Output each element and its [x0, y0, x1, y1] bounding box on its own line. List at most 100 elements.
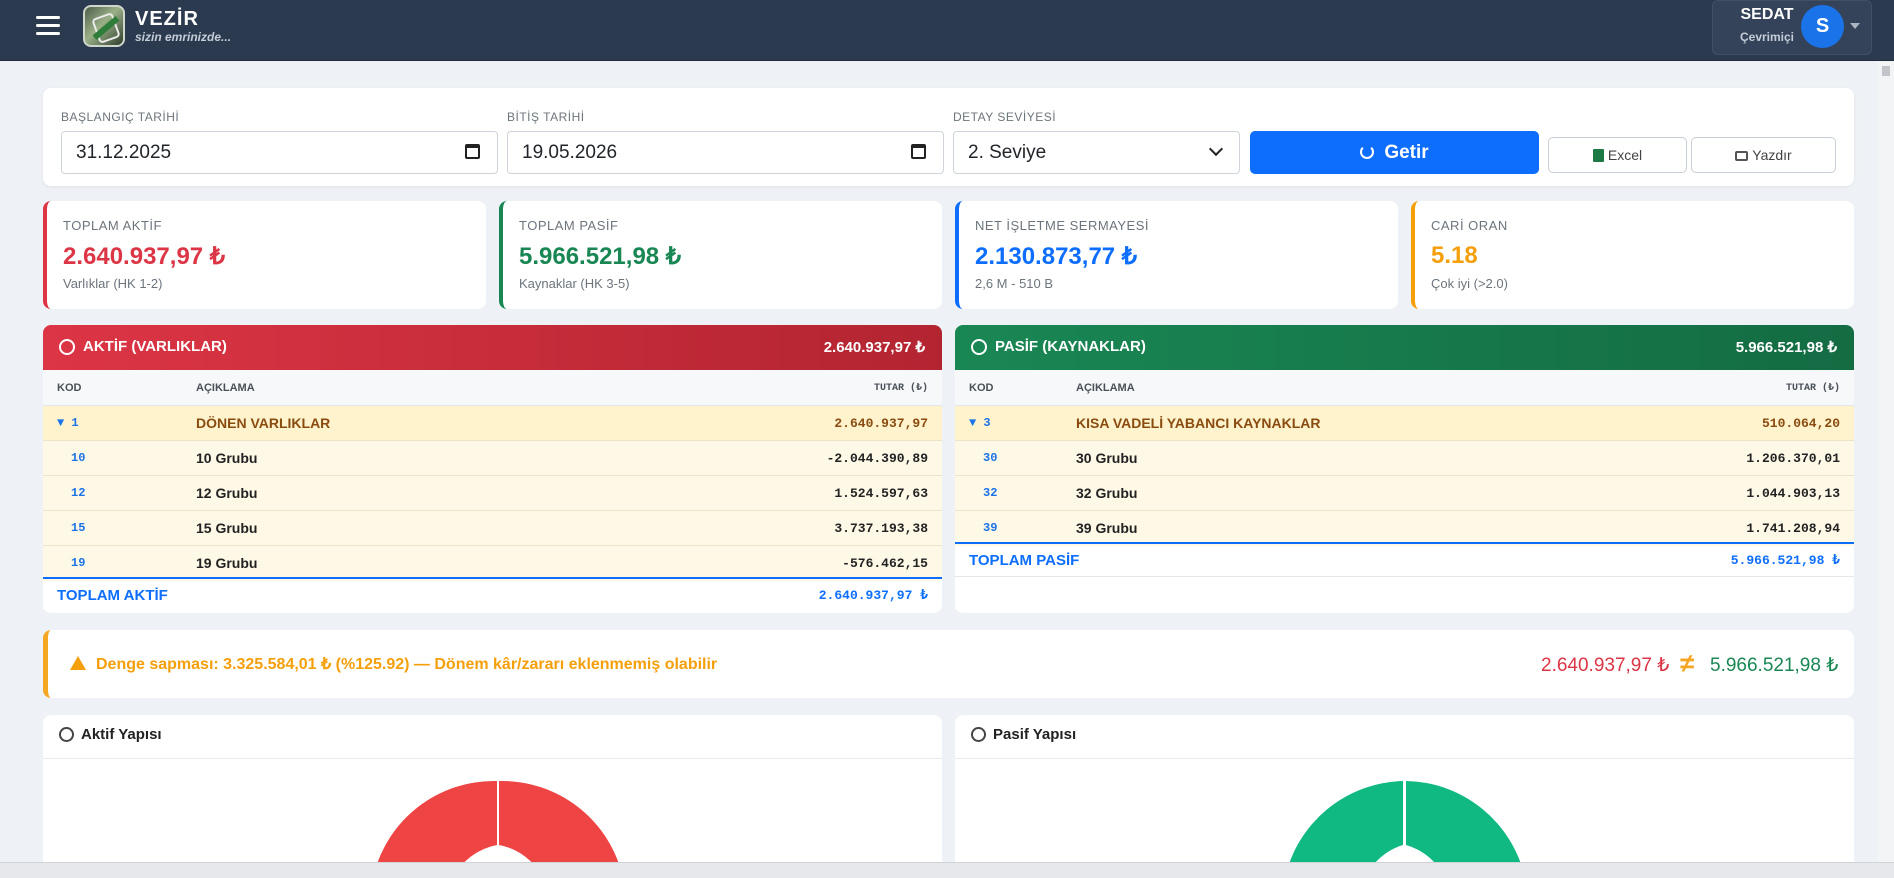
top-navbar: VEZİR sizin emrinizde... SEDAT Çevrimiçi… — [0, 0, 1894, 61]
stat-sub: Varlıklar (HK 1-2) — [63, 276, 163, 291]
row-tutar: -576.462,15 — [842, 556, 928, 571]
chevron-down-icon — [1208, 141, 1224, 157]
fetch-button[interactable]: Getir — [1250, 131, 1539, 174]
row-tutar: 3.737.193,38 — [834, 521, 928, 536]
warning-text: Denge sapması: 3.325.584,01 ₺ (%125.92) … — [96, 656, 718, 673]
stat-card-total-pasif: TOPLAM PASİF 5.966.521,98 ₺ Kaynaklar (H… — [499, 201, 942, 309]
calendar-icon[interactable] — [911, 144, 926, 159]
aktif-donut-chart[interactable] — [43, 715, 942, 878]
total-value: 5.966.521,98 ₺ — [1730, 553, 1840, 568]
row-aciklama: 19 Grubu — [196, 555, 258, 571]
table-row[interactable]: 12 12 Grubu 1.524.597,63 — [43, 476, 942, 511]
pasif-table-header: KOD AÇIKLAMA TUTAR (₺) — [955, 370, 1854, 406]
row-kod[interactable]: 32 — [983, 486, 997, 500]
total-label: TOPLAM AKTİF — [57, 587, 168, 604]
end-date-value: 19.05.2026 — [522, 142, 618, 163]
os-taskbar — [0, 862, 1894, 878]
col-tutar: TUTAR (₺) — [873, 383, 928, 394]
row-tutar: 1.206.370,01 — [1746, 451, 1840, 466]
print-label: Yazdır — [1752, 147, 1792, 163]
brand-name: VEZİR — [135, 8, 199, 30]
row-aciklama: 30 Grubu — [1076, 450, 1138, 466]
stat-label: NET İŞLETME SERMAYESİ — [975, 218, 1150, 233]
pasif-total-row: TOPLAM PASİF 5.966.521,98 ₺ — [955, 542, 1854, 577]
table-row[interactable]: 15 15 Grubu 3.737.193,38 — [43, 511, 942, 546]
excel-button[interactable]: Excel — [1548, 137, 1687, 173]
table-row[interactable]: 10 10 Grubu -2.044.390,89 — [43, 441, 942, 476]
row-kod[interactable]: ▼ 1 — [57, 416, 79, 430]
col-tutar: TUTAR (₺) — [1785, 383, 1840, 394]
fetch-button-label: Getir — [1384, 142, 1429, 163]
user-status: Çevrimiçi — [1739, 30, 1795, 44]
start-date-label: BAŞLANGIÇ TARİHİ — [61, 110, 180, 124]
row-kod[interactable]: 30 — [983, 451, 997, 465]
stat-value: 2.130.873,77 ₺ — [975, 243, 1138, 270]
stat-value: 2.640.937,97 ₺ — [63, 243, 226, 270]
aktif-structure-card: Aktif Yapısı — [43, 715, 942, 878]
stat-card-current-ratio: CARİ ORAN 5.18 Çok iyi (>2.0) — [1411, 201, 1854, 309]
user-dropdown-caret-icon[interactable] — [1850, 23, 1860, 29]
pasif-donut-chart[interactable] — [955, 715, 1854, 878]
user-menu[interactable]: SEDAT Çevrimiçi S — [1712, 0, 1872, 55]
not-equal-icon: ≠ — [1680, 648, 1695, 678]
print-button[interactable]: Yazdır — [1691, 137, 1836, 173]
stat-value: 5.18 — [1431, 242, 1478, 269]
row-kod[interactable]: ▼ 3 — [969, 416, 991, 430]
app-logo[interactable] — [83, 5, 125, 47]
row-kod[interactable]: 39 — [983, 521, 997, 535]
calendar-icon[interactable] — [465, 144, 480, 159]
end-date-label: BİTİŞ TARİHİ — [507, 110, 585, 124]
stat-value: 5.966.521,98 ₺ — [519, 243, 682, 270]
table-row[interactable]: 39 39 Grubu 1.741.208,94 — [955, 511, 1854, 546]
aktif-total-row: TOPLAM AKTİF 2.640.937,97 ₺ — [43, 577, 942, 612]
table-row[interactable]: ▼ 1 DÖNEN VARLIKLAR 2.640.937,97 — [43, 406, 942, 441]
page-scrollbar[interactable] — [1878, 61, 1894, 862]
total-value: 2.640.937,97 ₺ — [818, 588, 928, 603]
arrow-up-circle-icon — [971, 339, 987, 355]
stat-sub: Çok iyi (>2.0) — [1431, 276, 1508, 291]
row-kod[interactable]: 15 — [71, 521, 85, 535]
row-tutar: -2.044.390,89 — [826, 451, 928, 466]
hamburger-menu-icon[interactable] — [36, 16, 60, 36]
warning-aktif-total: 2.640.937,97 ₺ — [1541, 655, 1670, 676]
table-row[interactable]: 32 32 Grubu 1.044.903,13 — [955, 476, 1854, 511]
warning-triangle-icon — [70, 656, 86, 670]
row-aciklama: 39 Grubu — [1076, 520, 1138, 536]
pasif-structure-card: Pasif Yapısı — [955, 715, 1854, 878]
aktif-panel-title: AKTİF (VARLIKLAR) — [83, 338, 227, 355]
stat-label: TOPLAM AKTİF — [63, 218, 162, 233]
table-row[interactable]: ▼ 3 KISA VADELİ YABANCI KAYNAKLAR 510.06… — [955, 406, 1854, 441]
aktif-panel-header: AKTİF (VARLIKLAR) 2.640.937,97 ₺ — [43, 325, 942, 370]
table-row[interactable]: 30 30 Grubu 1.206.370,01 — [955, 441, 1854, 476]
row-tutar: 1.044.903,13 — [1746, 486, 1840, 501]
aktif-table-header: KOD AÇIKLAMA TUTAR (₺) — [43, 370, 942, 406]
scrollbar-thumb[interactable] — [1882, 66, 1890, 76]
row-aciklama: KISA VADELİ YABANCI KAYNAKLAR — [1076, 415, 1321, 431]
aktif-panel: AKTİF (VARLIKLAR) 2.640.937,97 ₺ KOD AÇI… — [43, 325, 942, 613]
arrow-down-circle-icon — [59, 339, 75, 355]
row-kod[interactable]: 12 — [71, 486, 85, 500]
stat-sub: 2,6 M - 510 B — [975, 276, 1054, 291]
col-kod: KOD — [969, 382, 994, 394]
col-aciklama: AÇIKLAMA — [196, 382, 255, 394]
refresh-icon — [1360, 145, 1375, 159]
stat-sub: Kaynaklar (HK 3-5) — [519, 276, 630, 291]
row-kod[interactable]: 19 — [71, 556, 85, 570]
start-date-input[interactable]: 31.12.2025 — [61, 131, 498, 174]
col-aciklama: AÇIKLAMA — [1076, 382, 1135, 394]
table-row[interactable]: 19 19 Grubu -576.462,15 — [43, 546, 942, 581]
pasif-panel-total: 5.966.521,98 ₺ — [1735, 339, 1837, 356]
row-aciklama: 32 Grubu — [1076, 485, 1138, 501]
row-aciklama: DÖNEN VARLIKLAR — [196, 415, 331, 431]
stat-card-net-working-capital: NET İŞLETME SERMAYESİ 2.130.873,77 ₺ 2,6… — [955, 201, 1398, 309]
detail-level-select[interactable]: 2. Seviye — [953, 131, 1240, 174]
avatar[interactable]: S — [1801, 5, 1844, 48]
print-icon — [1735, 151, 1749, 161]
end-date-input[interactable]: 19.05.2026 — [507, 131, 944, 174]
row-aciklama: 12 Grubu — [196, 485, 258, 501]
row-kod[interactable]: 10 — [71, 451, 85, 465]
detail-level-value: 2. Seviye — [968, 142, 1047, 163]
total-label: TOPLAM PASİF — [969, 552, 1080, 569]
warning-pasif-total: 5.966.521,98 ₺ — [1710, 655, 1839, 676]
row-tutar: 2.640.937,97 — [834, 416, 928, 431]
